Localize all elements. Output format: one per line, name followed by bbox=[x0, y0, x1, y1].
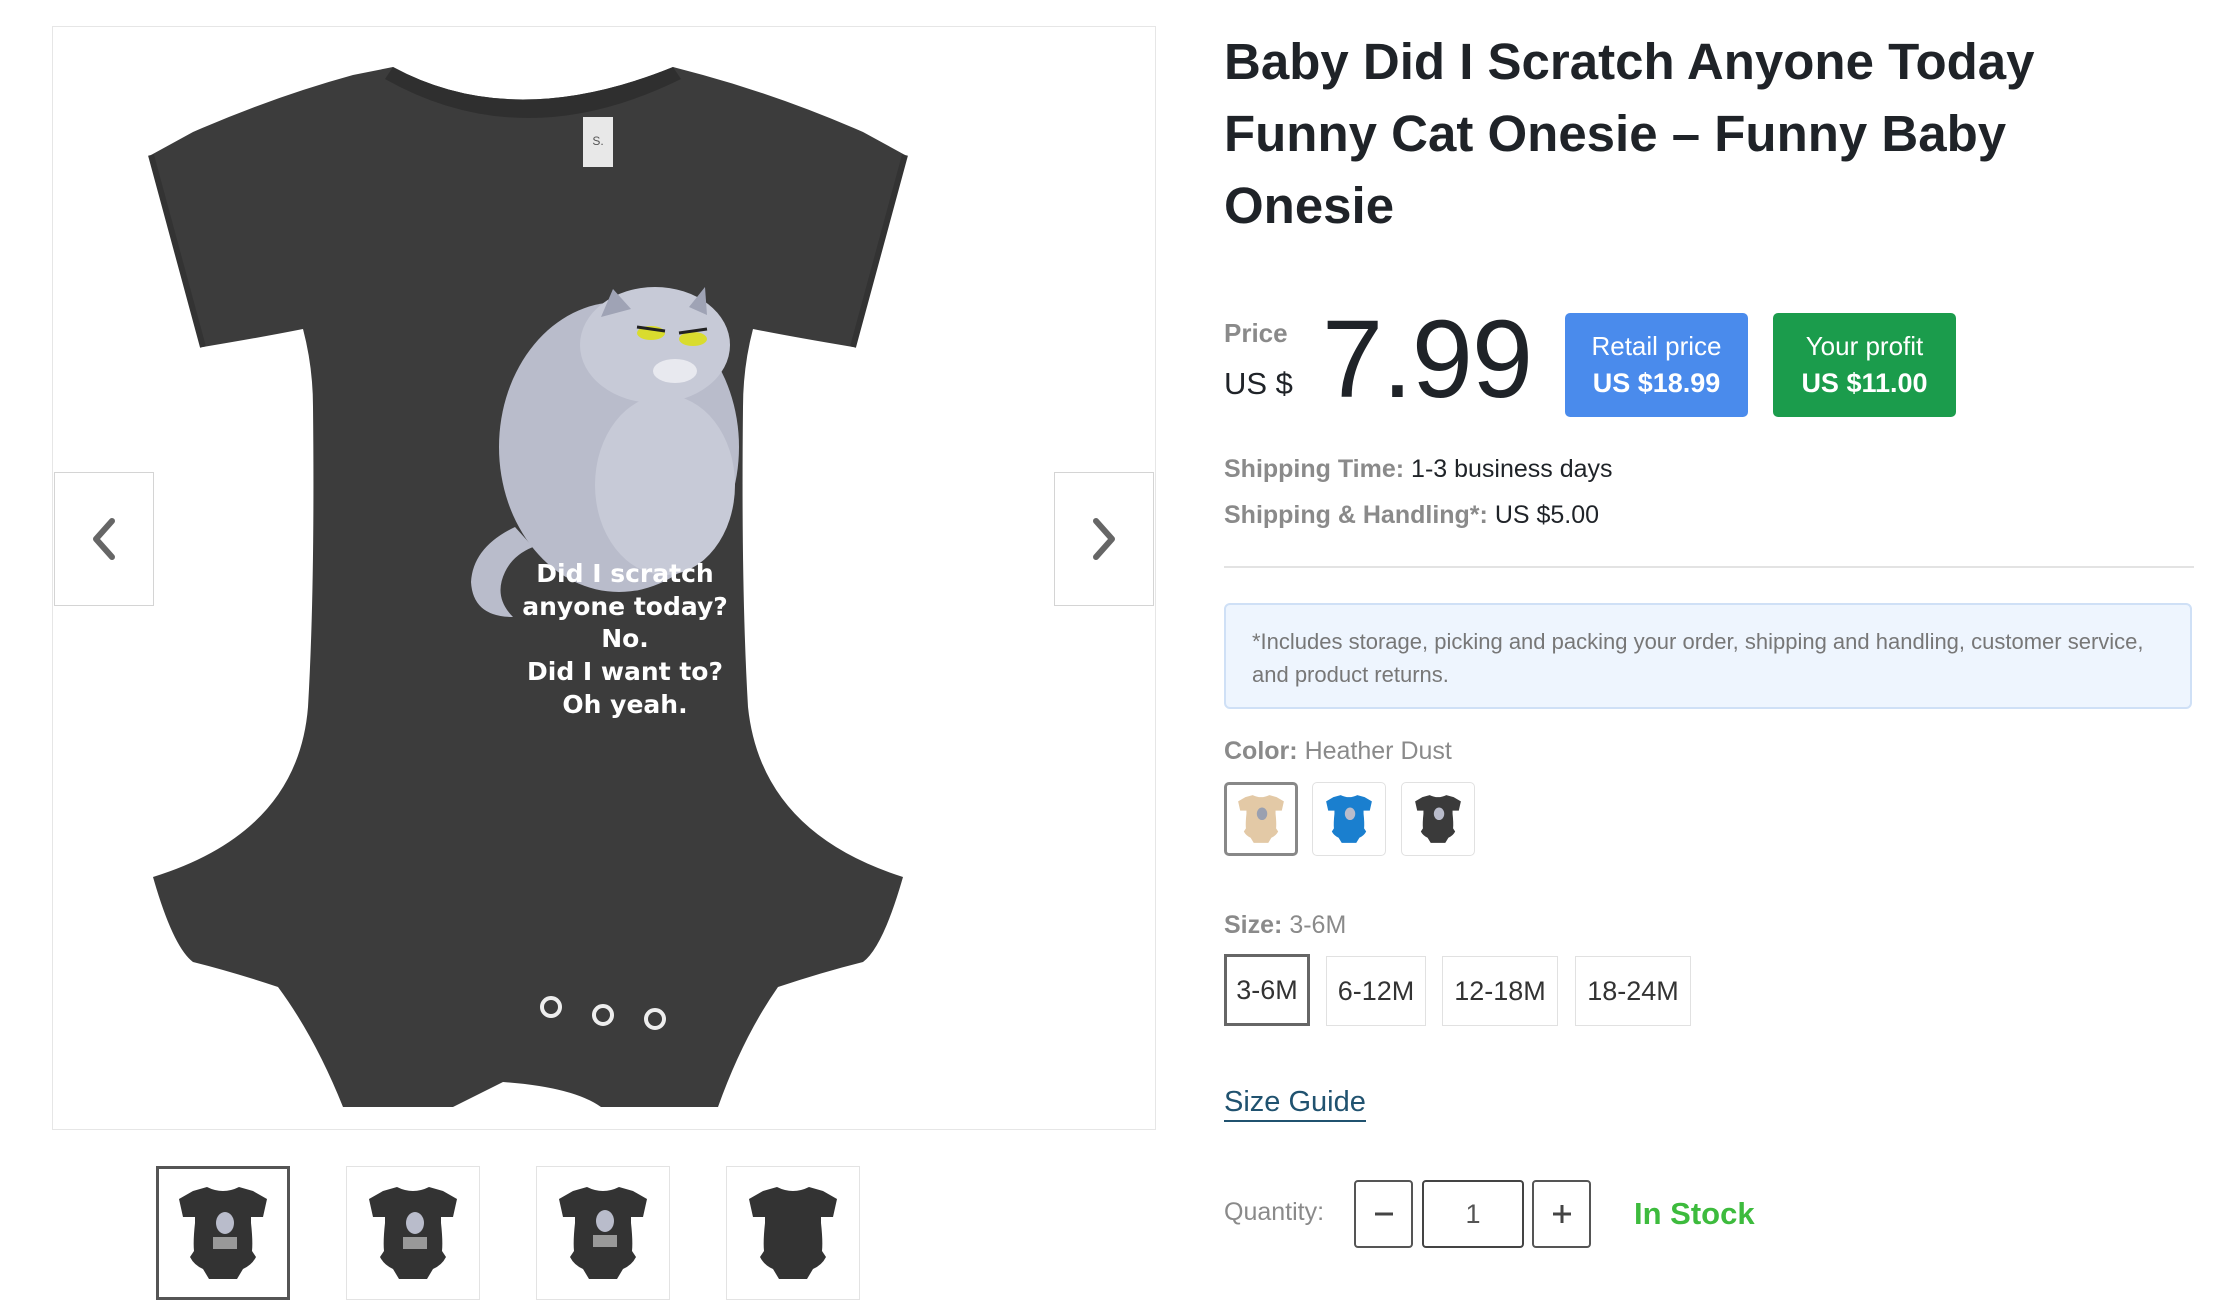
product-title: Baby Did I Scratch Anyone Today Funny Ca… bbox=[1224, 33, 2035, 234]
size-guide-link[interactable]: Size Guide bbox=[1224, 1084, 1366, 1122]
shipping-time-label: Shipping Time: bbox=[1224, 455, 1405, 483]
size-option-label: Size: 3-6M bbox=[1224, 911, 1346, 940]
retail-price-label: Retail price bbox=[1591, 331, 1722, 361]
color-selected: Heather Dust bbox=[1304, 737, 1452, 765]
next-image-button[interactable] bbox=[1054, 472, 1154, 606]
profit-value: US $11.00 bbox=[1801, 368, 1928, 398]
print-text-line: Did I scratch bbox=[536, 559, 713, 588]
color-label: Color: bbox=[1224, 737, 1298, 765]
profit-label: Your profit bbox=[1805, 331, 1924, 361]
shipping-handling-value: US $5.00 bbox=[1494, 501, 1600, 529]
quantity-label: Quantity: bbox=[1224, 1198, 1325, 1226]
profit-badge: Your profit US $11.00 bbox=[1773, 313, 1956, 417]
thumbnail-front[interactable] bbox=[156, 1166, 290, 1300]
print-text-line: Did I want to? bbox=[527, 657, 723, 686]
color-option-label: Color: Heather Dust bbox=[1224, 737, 1452, 766]
thumbnail-back[interactable] bbox=[726, 1166, 860, 1300]
thumbnail-side[interactable] bbox=[536, 1166, 670, 1300]
size-option-12-18m[interactable]: 12-18M bbox=[1442, 956, 1558, 1026]
quantity-input[interactable] bbox=[1422, 1180, 1524, 1248]
price-value: 7.99 bbox=[1322, 298, 1533, 421]
shipping-time: Shipping Time: 1-3 business days bbox=[1224, 455, 1613, 484]
chevron-right-icon bbox=[1093, 518, 1115, 560]
price-currency: US $ bbox=[1224, 366, 1293, 401]
print-text-line: anyone today? bbox=[522, 592, 728, 621]
shipping-note: *Includes storage, picking and packing y… bbox=[1224, 603, 2192, 709]
color-swatch-blue[interactable] bbox=[1312, 782, 1386, 856]
size-option-3-6m[interactable]: 3-6M bbox=[1224, 954, 1310, 1026]
size-selected: 3-6M bbox=[1289, 911, 1347, 939]
size-option-6-12m[interactable]: 6-12M bbox=[1326, 956, 1426, 1026]
print-text-line: No. bbox=[601, 624, 649, 653]
divider bbox=[1224, 566, 2194, 568]
shipping-handling-label: Shipping & Handling*: bbox=[1224, 501, 1488, 529]
chevron-left-icon bbox=[93, 518, 115, 560]
price-label: Price bbox=[1224, 318, 1288, 348]
onesie-image: S. Did I scratch anyone today? No. Did I… bbox=[148, 67, 908, 1107]
print-text-line: Oh yeah. bbox=[562, 690, 687, 719]
plus-icon bbox=[1552, 1205, 1571, 1223]
prev-image-button[interactable] bbox=[54, 472, 154, 606]
main-product-image: S. Did I scratch anyone today? No. Did I… bbox=[52, 26, 1156, 1130]
stock-status: In Stock bbox=[1634, 1196, 1755, 1231]
color-swatch-heather-dust[interactable] bbox=[1224, 782, 1298, 856]
size-option-18-24m[interactable]: 18-24M bbox=[1575, 956, 1691, 1026]
thumbnail-angle[interactable] bbox=[346, 1166, 480, 1300]
retail-price-value: US $18.99 bbox=[1592, 368, 1721, 398]
quantity-increase-button[interactable] bbox=[1532, 1180, 1591, 1248]
svg-text:S.: S. bbox=[592, 134, 603, 148]
size-label: Size: bbox=[1224, 911, 1283, 939]
quantity-decrease-button[interactable] bbox=[1354, 1180, 1413, 1248]
retail-price-badge: Retail price US $18.99 bbox=[1565, 313, 1748, 417]
color-swatch-dark-grey[interactable] bbox=[1401, 782, 1475, 856]
shipping-handling: Shipping & Handling*: US $5.00 bbox=[1224, 501, 1599, 530]
minus-icon bbox=[1374, 1212, 1393, 1216]
shipping-time-value: 1-3 business days bbox=[1411, 455, 1613, 483]
